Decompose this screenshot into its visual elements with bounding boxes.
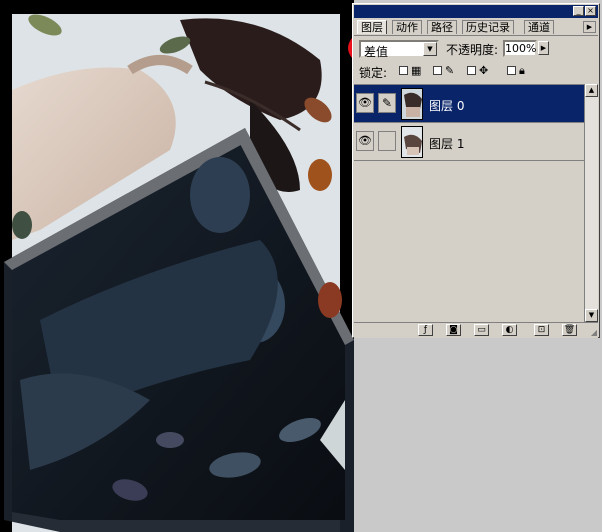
tab-paths[interactable]: 路径 [427, 20, 457, 34]
layer-thumbnail [401, 126, 423, 158]
layer-list: 👁︎ ✎ 图层 0 👁︎ 图层 1 [354, 84, 584, 323]
layer-list-scrollbar[interactable]: ▲ ▼ [584, 84, 598, 322]
mask-icon[interactable]: ◙ [446, 324, 461, 336]
brush-icon: ✎ [445, 64, 455, 77]
lock-position-checkbox[interactable] [467, 66, 476, 75]
layers-panel: _ × 图层 动作 路径 历史记录 通道 ▶ 差值 ▼ 不透明度: 100% ▶… [352, 3, 600, 338]
move-icon: ✥ [479, 64, 489, 77]
lock-transparency-checkbox[interactable] [399, 66, 408, 75]
canvas-area[interactable] [0, 0, 354, 532]
blend-mode-select[interactable]: 差值 ▼ [359, 40, 439, 59]
layers-bottom-toolbar: ƒ ◙ ▭ ◐ ⊡ 🗑︎ ◢ [354, 322, 598, 338]
panel-menu-button[interactable]: ▶ [583, 21, 596, 33]
new-layer-icon[interactable]: ⊡ [534, 324, 549, 336]
layer-name: 图层 0 [429, 99, 465, 113]
lock-image-checkbox[interactable] [433, 66, 442, 75]
brush-icon[interactable]: ✎ [378, 93, 396, 113]
canvas-image [4, 14, 354, 532]
scroll-up-icon[interactable]: ▲ [585, 84, 598, 97]
lock-icon: 🔒︎ [519, 64, 525, 77]
lock-row: 锁定: ▦ ✎ ✥ 🔒︎ [359, 64, 589, 80]
link-cell[interactable] [378, 131, 396, 151]
eye-icon[interactable]: 👁︎ [356, 131, 374, 151]
trash-icon[interactable]: 🗑︎ [562, 324, 577, 336]
panel-tabs: 图层 动作 路径 历史记录 通道 [354, 19, 598, 36]
transparency-icon: ▦ [411, 64, 422, 77]
adjustment-layer-icon[interactable]: ◐ [502, 324, 517, 336]
chevron-down-icon[interactable]: ▼ [423, 42, 437, 56]
opacity-label: 不透明度: [446, 43, 499, 57]
tab-history[interactable]: 历史记录 [462, 20, 514, 34]
new-folder-icon[interactable]: ▭ [474, 324, 489, 336]
scroll-down-icon[interactable]: ▼ [585, 309, 598, 322]
layer-style-icon[interactable]: ƒ [418, 324, 433, 336]
tab-actions[interactable]: 动作 [392, 20, 422, 34]
lock-all-checkbox[interactable] [507, 66, 516, 75]
layer-name: 图层 1 [429, 137, 465, 151]
eye-icon[interactable]: 👁︎ [356, 93, 374, 113]
opacity-slider-button[interactable]: ▶ [538, 41, 549, 55]
layer-row-0[interactable]: 👁︎ ✎ 图层 0 [354, 85, 584, 123]
close-button[interactable]: × [585, 6, 596, 16]
layer-row-1[interactable]: 👁︎ 图层 1 [354, 123, 584, 161]
resize-grip-icon[interactable]: ◢ [591, 328, 597, 337]
minimize-button[interactable]: _ [573, 6, 584, 16]
panel-title-bar[interactable]: _ × [354, 5, 598, 18]
layer-thumbnail [401, 88, 423, 120]
tab-layers[interactable]: 图层 [357, 20, 387, 34]
opacity-input[interactable]: 100% [503, 40, 537, 57]
tab-channels[interactable]: 通道 [524, 20, 554, 34]
blend-mode-value: 差值 [364, 45, 389, 59]
lock-label: 锁定: [359, 66, 388, 80]
